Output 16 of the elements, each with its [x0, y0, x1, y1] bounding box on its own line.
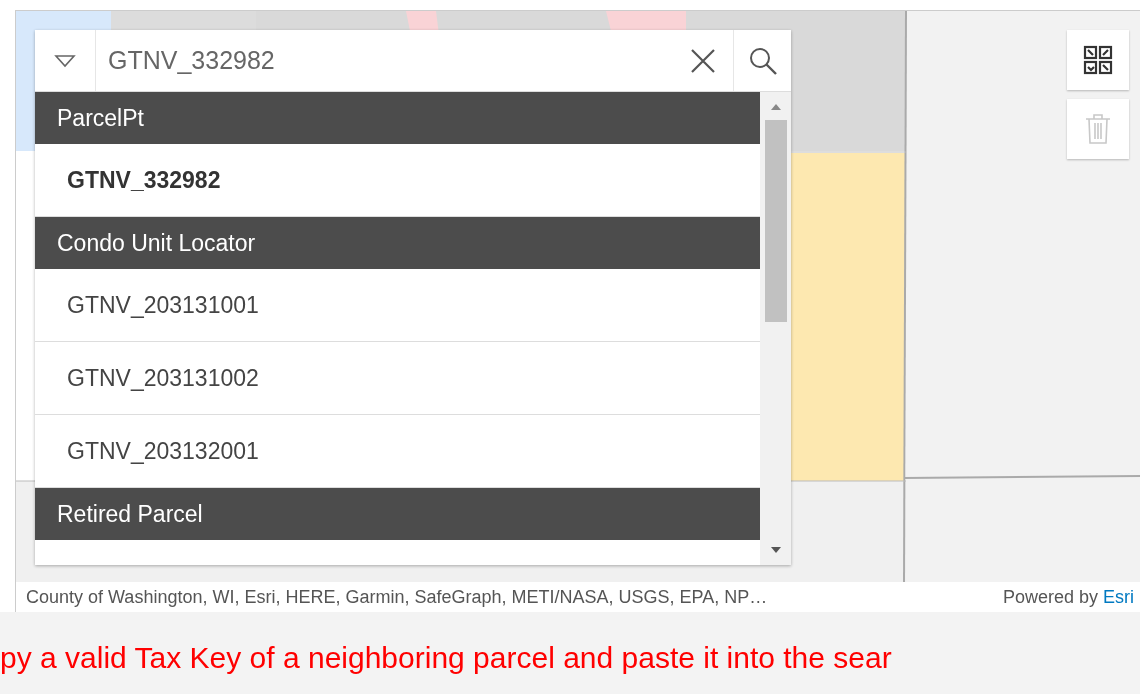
result-group-header: ParcelPt	[35, 92, 760, 144]
scroll-up-icon[interactable]	[769, 103, 782, 111]
result-group-header: Condo Unit Locator	[35, 217, 760, 269]
trash-icon	[1085, 113, 1111, 145]
grid-icon	[1083, 45, 1113, 75]
search-icon	[747, 45, 778, 76]
triangle-down-icon	[54, 53, 76, 68]
caption-text: py a valid Tax Key of a neighboring parcel and paste it into the sear	[0, 640, 893, 676]
attribution-text: County of Washington, WI, Esri, HERE, Garmin, SafeGraph, METI/NASA, USGS, EPA, NP…	[26, 585, 768, 609]
scroll-down-icon[interactable]	[769, 546, 782, 554]
close-icon	[690, 47, 716, 74]
powered-by-text: Powered by	[1002, 586, 1098, 607]
esri-link[interactable]: Esri	[1103, 586, 1134, 607]
basemap-gallery-button[interactable]	[1067, 30, 1129, 90]
result-group-header: Retired Parcel	[35, 488, 760, 540]
scrollbar[interactable]	[760, 92, 791, 565]
